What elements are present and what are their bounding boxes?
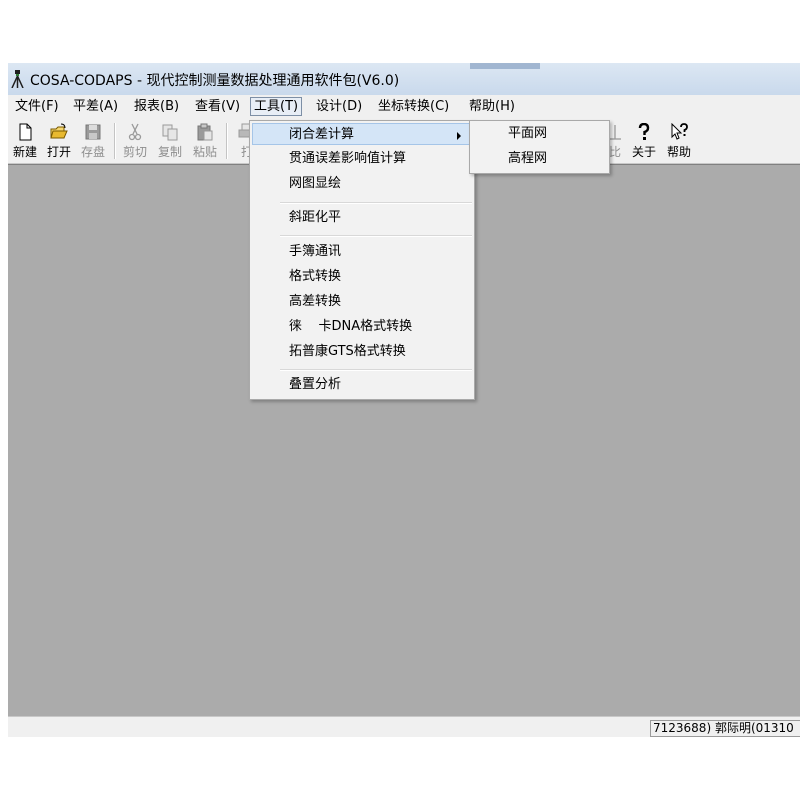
submenu-item-horizontal-network[interactable]: 平面网 bbox=[472, 123, 607, 145]
cut-button[interactable]: 剪切 bbox=[118, 121, 152, 161]
status-text: 7123688) 郭际明(01310 bbox=[650, 720, 800, 737]
scissors-icon bbox=[128, 123, 142, 141]
submenu-item-leveling-network[interactable]: 高程网 bbox=[472, 148, 607, 170]
menu-item-label: 手簿通讯 bbox=[289, 244, 342, 259]
menu-file[interactable]: 文件(F) bbox=[12, 99, 62, 116]
help-button[interactable]: 帮助 bbox=[662, 121, 696, 161]
about-button-label: 关于 bbox=[631, 145, 656, 159]
menu-item-label: 斜距化平 bbox=[289, 210, 342, 225]
tools-menu-dropdown: 闭合差计算 贯通误差影响值计算 网图显绘 斜距化平 手簿通讯 格式转换 高差转换… bbox=[249, 120, 475, 400]
window-title: COSA-CODAPS - 现代控制测量数据处理通用软件包(V6.0) bbox=[30, 73, 400, 89]
menu-item-label: 网图显绘 bbox=[289, 176, 342, 191]
menu-item-slope-reduction[interactable]: 斜距化平 bbox=[252, 207, 472, 229]
question-mark-icon bbox=[638, 123, 650, 140]
menu-item-closure-calc[interactable]: 闭合差计算 bbox=[252, 123, 472, 145]
submenu-item-label: 高程网 bbox=[508, 151, 548, 166]
new-file-icon bbox=[19, 123, 32, 141]
new-button-label: 新建 bbox=[12, 145, 37, 159]
menu-item-label: 徕 卡DNA格式转换 bbox=[289, 319, 413, 334]
help-button-label: 帮助 bbox=[666, 145, 691, 159]
about-button[interactable]: 关于 bbox=[627, 121, 661, 161]
copy-button-label: 复制 bbox=[157, 145, 182, 159]
menu-item-topcon-gts-convert[interactable]: 拓普康GTS格式转换 bbox=[252, 341, 472, 363]
paste-button-label: 粘贴 bbox=[192, 145, 217, 159]
open-folder-icon bbox=[50, 123, 68, 139]
survey-tripod-icon bbox=[11, 70, 24, 88]
copy-icon bbox=[162, 124, 178, 141]
save-button[interactable]: 存盘 bbox=[76, 121, 110, 161]
menu-item-label: 叠置分析 bbox=[289, 377, 342, 392]
menu-coordinate-transform[interactable]: 坐标转换(C) bbox=[375, 99, 452, 116]
menu-item-label: 高差转换 bbox=[289, 294, 342, 309]
open-button[interactable]: 打开 bbox=[42, 121, 76, 161]
save-button-label: 存盘 bbox=[80, 145, 105, 159]
menu-item-breakthrough-error[interactable]: 贯通误差影响值计算 bbox=[252, 148, 472, 170]
menu-item-overlay-analysis[interactable]: 叠置分析 bbox=[252, 374, 472, 396]
submenu-item-label: 平面网 bbox=[508, 126, 548, 141]
menu-item-label: 贯通误差影响值计算 bbox=[289, 151, 407, 166]
new-button[interactable]: 新建 bbox=[8, 121, 42, 161]
open-button-label: 打开 bbox=[46, 145, 71, 159]
submenu-arrow-icon bbox=[457, 132, 461, 140]
save-disk-icon bbox=[85, 124, 101, 140]
menu-item-format-convert[interactable]: 格式转换 bbox=[252, 266, 472, 288]
menu-item-fieldbook-comm[interactable]: 手簿通讯 bbox=[252, 241, 472, 263]
menu-tools[interactable]: 工具(T) bbox=[250, 97, 303, 116]
menu-report[interactable]: 报表(B) bbox=[131, 99, 182, 116]
paste-button[interactable]: 粘贴 bbox=[188, 121, 222, 161]
toolbar-separator bbox=[114, 123, 116, 159]
copy-button[interactable]: 复制 bbox=[153, 121, 187, 161]
title-bar: COSA-CODAPS - 现代控制测量数据处理通用软件包(V6.0) bbox=[8, 63, 800, 95]
menu-item-height-diff-convert[interactable]: 高差转换 bbox=[252, 291, 472, 313]
menu-item-label: 格式转换 bbox=[289, 269, 342, 284]
menu-separator bbox=[280, 235, 472, 237]
menu-view[interactable]: 查看(V) bbox=[192, 99, 243, 116]
menu-design[interactable]: 设计(D) bbox=[313, 99, 365, 116]
cut-button-label: 剪切 bbox=[122, 145, 147, 159]
closure-submenu: 平面网 高程网 bbox=[469, 120, 610, 174]
toolbar-separator bbox=[226, 123, 228, 159]
menu-item-network-plot[interactable]: 网图显绘 bbox=[252, 173, 472, 195]
paste-icon bbox=[197, 123, 213, 141]
status-bar: 7123688) 郭际明(01310 bbox=[8, 716, 800, 737]
menu-item-label: 拓普康GTS格式转换 bbox=[289, 344, 406, 359]
menu-separator bbox=[280, 202, 472, 204]
menu-help[interactable]: 帮助(H) bbox=[466, 99, 518, 116]
title-bar-decoration bbox=[470, 63, 540, 69]
menu-adjust[interactable]: 平差(A) bbox=[70, 99, 121, 116]
menu-separator bbox=[280, 369, 472, 371]
menu-item-leica-dna-convert[interactable]: 徕 卡DNA格式转换 bbox=[252, 316, 472, 338]
help-pointer-icon bbox=[671, 123, 688, 140]
menu-bar: 文件(F) 平差(A) 报表(B) 查看(V) 工具(T) 设计(D) 坐标转换… bbox=[8, 96, 800, 118]
menu-item-label: 闭合差计算 bbox=[289, 127, 355, 142]
